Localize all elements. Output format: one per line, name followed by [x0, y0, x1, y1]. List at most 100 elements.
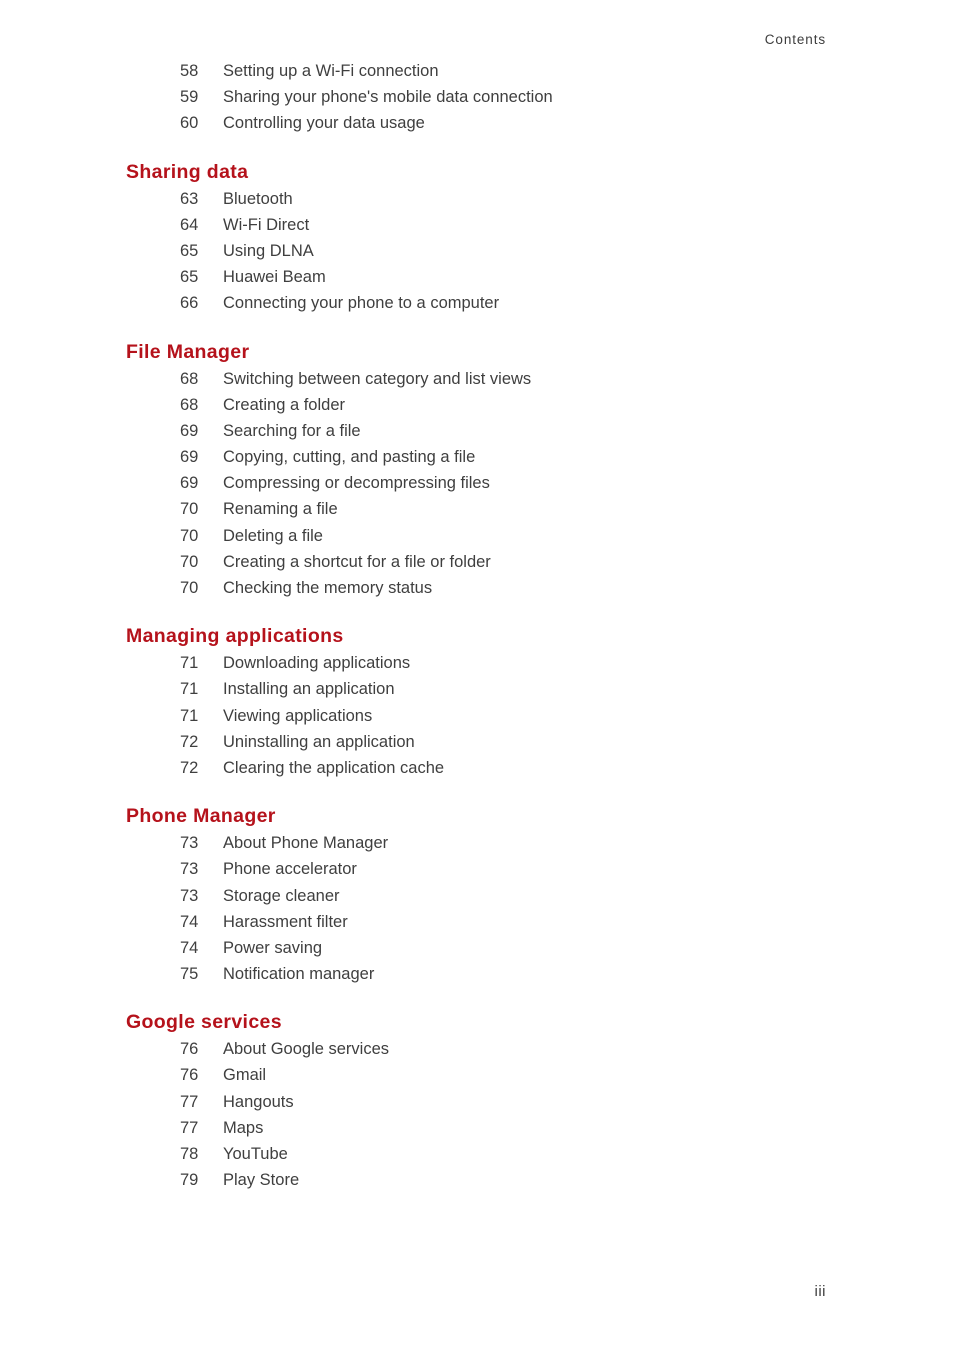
toc-entry[interactable]: 77 Maps — [126, 1115, 826, 1141]
toc-entry-page-number: 72 — [180, 758, 199, 777]
toc-entry-list: 58 Setting up a Wi-Fi connection 59 Sharing… — [126, 58, 826, 137]
toc-section-heading: File Manager — [126, 340, 250, 363]
toc-entry[interactable]: 79 Play Store — [126, 1167, 826, 1193]
toc-entry-list: 68 Switching between category and list vi… — [126, 366, 826, 602]
toc-entry-page-number: 71 — [180, 706, 199, 725]
toc-entry-title: Installing an application — [223, 680, 395, 699]
toc-entry-page-number: 79 — [180, 1171, 199, 1190]
toc-entry-page-number: 70 — [180, 500, 199, 519]
toc-entry-page-number: 77 — [180, 1092, 199, 1111]
toc-entry-page-number: 68 — [180, 395, 199, 414]
page-number-folio: iii — [814, 1283, 826, 1300]
toc-entry[interactable]: 73 Storage cleaner — [126, 883, 826, 909]
toc-entry[interactable]: 59 Sharing your phone's mobile data conne… — [126, 84, 826, 110]
toc-entry-page-number: 76 — [180, 1066, 199, 1085]
toc-entry-page-number: 65 — [180, 268, 199, 287]
toc-entry-title: Bluetooth — [223, 189, 293, 208]
toc-entry-title: Harassment filter — [223, 912, 348, 931]
toc-entry[interactable]: 69 Searching for a file — [126, 418, 826, 444]
toc-entry[interactable]: 74 Power saving — [126, 935, 826, 961]
toc-section: 58 Setting up a Wi-Fi connection 59 Sharing… — [126, 58, 826, 137]
toc-entry-title: Creating a shortcut for a file or folder — [223, 552, 491, 571]
toc-entry[interactable]: 72 Uninstalling an application — [126, 729, 826, 755]
toc-entry-title: Hangouts — [223, 1092, 294, 1111]
toc-entry[interactable]: 70 Renaming a file — [126, 496, 826, 522]
toc-entry-page-number: 77 — [180, 1118, 199, 1137]
toc-section-heading: Managing applications — [126, 625, 344, 648]
toc-entry[interactable]: 70 Deleting a file — [126, 523, 826, 549]
toc-entry[interactable]: 73 About Phone Manager — [126, 830, 826, 856]
toc-entry-page-number: 69 — [180, 421, 199, 440]
toc-entry-page-number: 73 — [180, 886, 199, 905]
toc-entry[interactable]: 70 Creating a shortcut for a file or fold… — [126, 549, 826, 575]
toc-entry[interactable]: 69 Copying, cutting, and pasting a file — [126, 444, 826, 470]
toc-entry-title: Storage cleaner — [223, 886, 340, 905]
toc-entry-title: Checking the memory status — [223, 579, 433, 597]
toc-section-heading: Phone Manager — [126, 805, 276, 828]
toc-entry-title: Downloading applications — [223, 654, 411, 673]
toc-entry-page-number: 78 — [180, 1145, 199, 1163]
toc-section: File Manager 68 Switching between category… — [126, 317, 826, 602]
toc-entry-title: Huawei Beam — [223, 268, 326, 287]
toc-entry-title: Renaming a file — [223, 500, 338, 519]
toc-entry-title: Viewing applications — [223, 706, 373, 725]
toc-entry-title: Phone accelerator — [223, 860, 357, 879]
toc-entry-title: Creating a folder — [223, 395, 345, 414]
toc-entry-page-number: 59 — [180, 88, 199, 107]
toc-entry-title: Compressing or decompressing files — [223, 474, 490, 493]
toc-entry[interactable]: 72 Clearing the application cache — [126, 755, 826, 781]
toc-section: Sharing data 63 Bluetooth 64 Wi-Fi Direct 65 U… — [126, 137, 826, 317]
toc-entry-title: Wi-Fi Direct — [223, 215, 310, 234]
toc-entry[interactable]: 71 Viewing applications — [126, 703, 826, 729]
toc-entry-page-number: 68 — [180, 369, 199, 388]
toc-entry[interactable]: 74 Harassment filter — [126, 909, 826, 935]
toc-entry[interactable]: 68 Switching between category and list vi… — [126, 366, 826, 392]
toc-entry[interactable]: 71 Installing an application — [126, 676, 826, 702]
toc-entry-title: Using DLNA — [223, 241, 314, 260]
toc-entry[interactable]: 77 Hangouts — [126, 1089, 826, 1115]
toc-entry-title: YouTube — [223, 1145, 288, 1163]
toc-entry-title: Uninstalling an application — [223, 732, 415, 751]
toc-entry-page-number: 73 — [180, 860, 199, 879]
toc-section: Google services 76 About Google services 76… — [126, 987, 826, 1193]
toc-entry[interactable]: 65 Using DLNA — [126, 238, 826, 264]
toc-entry-page-number: 72 — [180, 732, 199, 751]
toc-entry-page-number: 74 — [180, 938, 199, 957]
toc-entry[interactable]: 78 YouTube — [126, 1141, 826, 1167]
toc-entry-page-number: 64 — [180, 215, 199, 234]
toc-entry[interactable]: 68 Creating a folder — [126, 392, 826, 418]
toc-entry-page-number: 75 — [180, 965, 199, 984]
toc-entry-title: Power saving — [223, 938, 323, 957]
toc-entry[interactable]: 76 About Google services — [126, 1036, 826, 1062]
toc-entry[interactable]: 73 Phone accelerator — [126, 856, 826, 882]
toc-entry-page-number: 66 — [180, 294, 199, 313]
toc-section: Managing applications 71 Downloading appli… — [126, 601, 826, 781]
toc-entry-title: Deleting a file — [223, 526, 323, 545]
toc-entry-page-number: 71 — [180, 654, 199, 673]
toc-entry-title: Searching for a file — [223, 421, 361, 440]
toc-entry[interactable]: 60 Controlling your data usage — [126, 110, 826, 136]
toc-entry-page-number: 69 — [180, 474, 199, 493]
toc-entry[interactable]: 70 Checking the memory status — [126, 575, 826, 601]
toc-entry[interactable]: 64 Wi-Fi Direct — [126, 212, 826, 238]
toc-entry-title: Switching between category and list view… — [223, 369, 532, 388]
toc-entry-title: Setting up a Wi-Fi connection — [223, 62, 439, 80]
toc-entry[interactable]: 58 Setting up a Wi-Fi connection — [126, 58, 826, 84]
toc-entry[interactable]: 63 Bluetooth — [126, 186, 826, 212]
toc-entry[interactable]: 66 Connecting your phone to a computer — [126, 290, 826, 316]
toc-entry[interactable]: 65 Huawei Beam — [126, 264, 826, 290]
toc-entry[interactable]: 75 Notification manager — [126, 961, 826, 987]
toc-entry-title: About Phone Manager — [223, 834, 389, 853]
toc-entry-title: About Google services — [223, 1040, 390, 1059]
toc-entry[interactable]: 71 Downloading applications — [126, 650, 826, 676]
toc-section: Phone Manager 73 About Phone Manager 73 Phon… — [126, 781, 826, 987]
toc-entry-title: Copying, cutting, and pasting a file — [223, 448, 476, 467]
toc-entry-list: 63 Bluetooth 64 Wi-Fi Direct 65 Using DLNA 65 H… — [126, 186, 826, 317]
toc-entry-title: Play Store — [223, 1171, 300, 1190]
toc-entry[interactable]: 76 Gmail — [126, 1062, 826, 1088]
toc-entry-page-number: 70 — [180, 552, 199, 571]
toc-entry-page-number: 60 — [180, 114, 199, 133]
toc-entry-title: Controlling your data usage — [223, 114, 425, 133]
toc-entry[interactable]: 69 Compressing or decompressing files — [126, 470, 826, 496]
toc-entry-page-number: 69 — [180, 448, 199, 467]
